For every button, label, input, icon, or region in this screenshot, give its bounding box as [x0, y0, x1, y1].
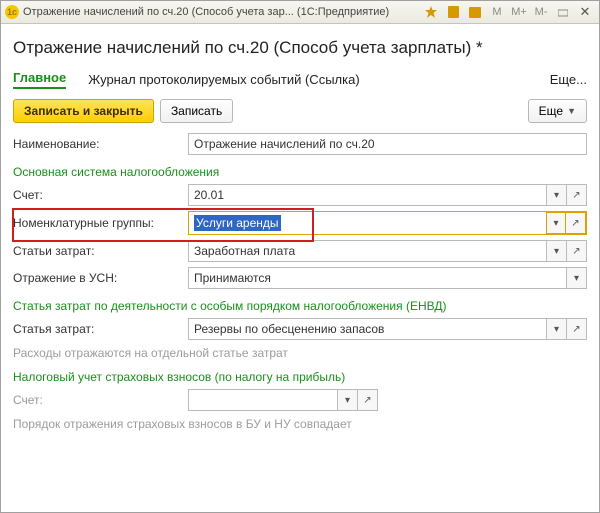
- favorite-icon[interactable]: [421, 3, 441, 21]
- usn-dropdown-button[interactable]: ▾: [567, 267, 587, 289]
- section-main-tax: Основная система налогообложения: [13, 165, 587, 179]
- nomen-input[interactable]: Услуги аренды: [189, 212, 546, 234]
- cost-item-envd-open-button[interactable]: ↗: [567, 318, 587, 340]
- titlebar-tools: 31 M M+ M- ✕: [421, 3, 595, 21]
- close-icon[interactable]: ✕: [575, 3, 595, 21]
- window-title: Отражение начислений по сч.20 (Способ уч…: [23, 6, 421, 18]
- save-button[interactable]: Записать: [160, 99, 233, 123]
- name-input[interactable]: [188, 133, 587, 155]
- cost-items-open-button[interactable]: ↗: [567, 240, 587, 262]
- nomen-open-button[interactable]: ↗: [566, 212, 586, 234]
- row-usn: Отражение в УСН: ▾: [13, 267, 587, 289]
- row-account2: Счет: ▾ ↗: [13, 389, 587, 411]
- m-plus-icon[interactable]: M+: [509, 3, 529, 21]
- account-open-button[interactable]: ↗: [567, 184, 587, 206]
- tabs: Главное Журнал протоколируемых событий (…: [13, 70, 587, 89]
- section-envd: Статья затрат по деятельности с особым п…: [13, 299, 587, 313]
- m-icon[interactable]: M: [487, 3, 507, 21]
- field-cost-item-envd: ▾ ↗: [188, 318, 587, 340]
- account2-open-button[interactable]: ↗: [358, 389, 378, 411]
- row-cost-item-envd: Статья затрат: ▾ ↗: [13, 318, 587, 340]
- minimize-icon[interactable]: [553, 3, 573, 21]
- toolbar: Записать и закрыть Записать Еще ▼: [13, 99, 587, 123]
- label-cost-item-envd: Статья затрат:: [13, 322, 188, 336]
- app-window: 1c Отражение начислений по сч.20 (Способ…: [0, 0, 600, 513]
- chevron-down-icon: ▼: [567, 106, 576, 116]
- field-nomen: Услуги аренды ▾ ↗: [188, 211, 587, 235]
- app-icon: 1c: [5, 5, 19, 19]
- field-cost-items: ▾ ↗: [188, 240, 587, 262]
- save-close-button[interactable]: Записать и закрыть: [13, 99, 154, 123]
- label-cost-items: Статьи затрат:: [13, 244, 188, 258]
- hint-tax-ins: Порядок отражения страховых взносов в БУ…: [13, 417, 587, 431]
- account2-input[interactable]: [188, 389, 338, 411]
- label-name: Наименование:: [13, 137, 188, 151]
- label-usn: Отражение в УСН:: [13, 271, 188, 285]
- row-nomen: Номенклатурные группы: Услуги аренды ▾ ↗: [13, 211, 587, 235]
- titlebar: 1c Отражение начислений по сч.20 (Способ…: [1, 1, 599, 24]
- content: Отражение начислений по сч.20 (Способ уч…: [1, 24, 599, 512]
- usn-input[interactable]: [188, 267, 567, 289]
- calendar-icon[interactable]: 31: [465, 3, 485, 21]
- field-account: ▾ ↗: [188, 184, 587, 206]
- row-account: Счет: ▾ ↗: [13, 184, 587, 206]
- hint-envd: Расходы отражаются на отдельной статье з…: [13, 346, 587, 360]
- field-account2: ▾ ↗: [188, 389, 378, 411]
- cost-items-dropdown-button[interactable]: ▾: [547, 240, 567, 262]
- field-name: [188, 133, 587, 155]
- more-button[interactable]: Еще ▼: [528, 99, 587, 123]
- label-account2: Счет:: [13, 393, 188, 407]
- field-usn: ▾: [188, 267, 587, 289]
- nomen-dropdown-button[interactable]: ▾: [546, 212, 566, 234]
- tab-log[interactable]: Журнал протоколируемых событий (Ссылка): [88, 72, 359, 87]
- account2-dropdown-button[interactable]: ▾: [338, 389, 358, 411]
- cost-item-envd-dropdown-button[interactable]: ▾: [547, 318, 567, 340]
- more-button-label: Еще: [539, 104, 563, 118]
- cost-items-input[interactable]: [188, 240, 547, 262]
- tab-more[interactable]: Еще...: [550, 72, 587, 87]
- row-cost-items: Статьи затрат: ▾ ↗: [13, 240, 587, 262]
- account-input[interactable]: [188, 184, 547, 206]
- calculator-icon[interactable]: [443, 3, 463, 21]
- nomen-input-selection: Услуги аренды: [194, 215, 281, 231]
- svg-text:31: 31: [471, 11, 479, 18]
- section-tax-ins: Налоговый учет страховых взносов (по нал…: [13, 370, 587, 384]
- row-name: Наименование:: [13, 133, 587, 155]
- account-dropdown-button[interactable]: ▾: [547, 184, 567, 206]
- m-minus-icon[interactable]: M-: [531, 3, 551, 21]
- page-title: Отражение начислений по сч.20 (Способ уч…: [13, 38, 587, 58]
- label-account: Счет:: [13, 188, 188, 202]
- tab-main[interactable]: Главное: [13, 70, 66, 89]
- cost-item-envd-input[interactable]: [188, 318, 547, 340]
- label-nomen: Номенклатурные группы:: [13, 216, 188, 230]
